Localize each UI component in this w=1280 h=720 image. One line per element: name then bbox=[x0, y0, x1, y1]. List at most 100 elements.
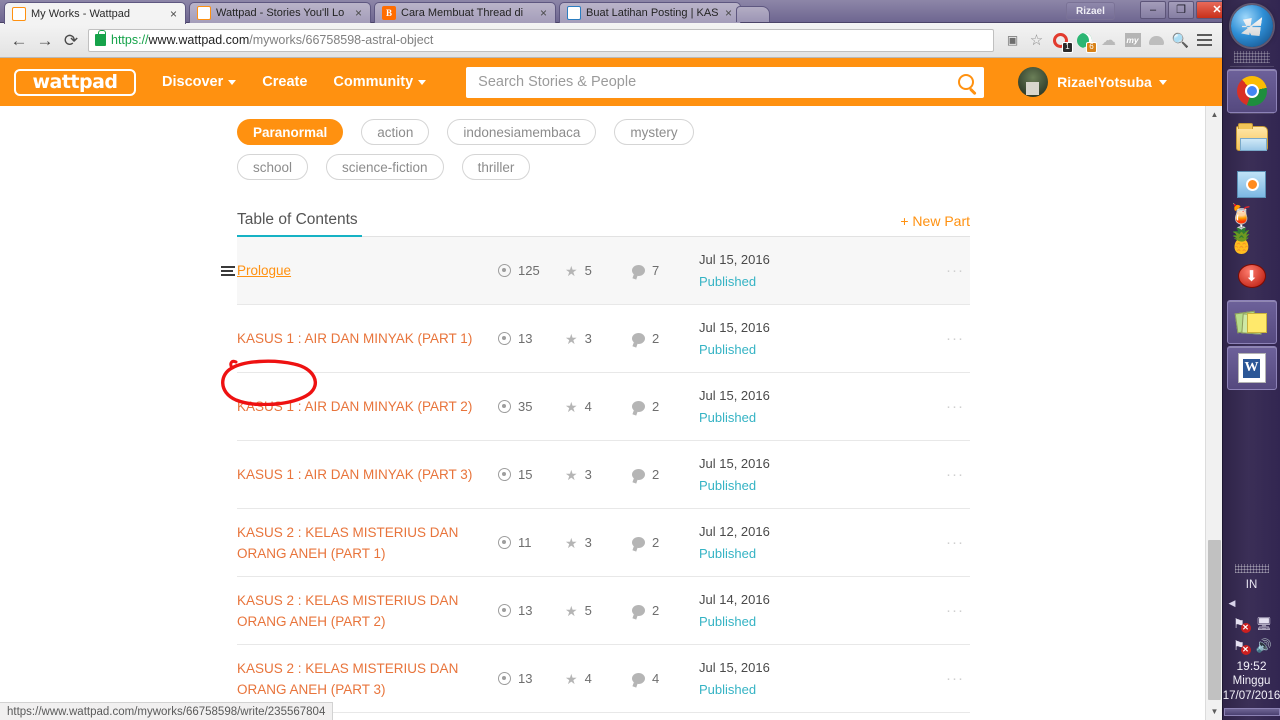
table-row[interactable]: Prologue 125 ★ 5 7 Jul 15, 2016 Publishe… bbox=[221, 237, 970, 305]
search-input[interactable] bbox=[478, 74, 959, 90]
published-date: Jul 12, 2016 bbox=[699, 523, 770, 539]
row-more-button[interactable]: ··· bbox=[849, 534, 970, 551]
part-title[interactable]: KASUS 2 : KELAS MISTERIUS DAN ORANG ANEH… bbox=[237, 658, 498, 700]
tag-indonesiamembaca[interactable]: indonesiamembaca bbox=[447, 119, 597, 145]
username-label: RizaelYotsuba bbox=[1057, 74, 1167, 90]
forward-icon[interactable]: → bbox=[32, 27, 58, 53]
votes-count: 4 bbox=[584, 671, 592, 686]
browser-tab-0[interactable]: W My Works - Wattpad × bbox=[4, 2, 186, 24]
new-part-button[interactable]: + New Part bbox=[900, 213, 970, 229]
table-row[interactable]: KASUS 1 : AIR DAN MINYAK (PART 3) 15 ★ 3… bbox=[237, 441, 970, 509]
part-title[interactable]: KASUS 2 : KELAS MISTERIUS DAN ORANG ANEH… bbox=[237, 522, 498, 564]
row-more-button[interactable]: ··· bbox=[849, 398, 970, 415]
tag-mystery[interactable]: mystery bbox=[614, 119, 694, 145]
taskbar-item-downloader[interactable]: ⬇ bbox=[1227, 254, 1277, 298]
taskbar-item-file-explorer[interactable] bbox=[1227, 116, 1277, 160]
comments-stat: 2 bbox=[632, 467, 699, 482]
scrollbar-thumb[interactable] bbox=[1208, 540, 1221, 700]
tab-close-icon[interactable]: × bbox=[722, 6, 735, 20]
taskbar-item-drink-pineapple[interactable]: 🍹🍍 bbox=[1227, 206, 1277, 254]
browser-tab-2[interactable]: B Cara Membuat Thread di × bbox=[374, 2, 556, 23]
back-icon[interactable]: ← bbox=[6, 27, 32, 53]
avatar[interactable] bbox=[1018, 67, 1049, 97]
comment-bubble-icon bbox=[632, 469, 645, 480]
nav-item-discover[interactable]: Discover bbox=[162, 74, 237, 90]
wattpad-logo[interactable]: wattpad bbox=[14, 68, 136, 96]
monitor-icon[interactable]: 🖥 bbox=[1256, 615, 1273, 631]
tag-paranormal[interactable]: Paranormal bbox=[237, 119, 344, 145]
extension-red-ring-icon[interactable]: 1 bbox=[1049, 29, 1073, 53]
browser-tab-3[interactable]: K Buat Latihan Posting | KAS × bbox=[559, 2, 741, 23]
extension-mushroom-icon[interactable] bbox=[1145, 29, 1168, 52]
chrome-menu-icon[interactable] bbox=[1193, 29, 1216, 52]
table-row[interactable]: KASUS 1 : AIR DAN MINYAK (PART 1) 13 ★ 3… bbox=[237, 305, 970, 373]
start-button[interactable] bbox=[1230, 5, 1273, 47]
minimize-button[interactable]: – bbox=[1140, 1, 1166, 19]
page-scrollbar[interactable]: ▲ ▼ bbox=[1205, 106, 1222, 720]
tab-close-icon[interactable]: × bbox=[537, 6, 550, 20]
tab-close-icon[interactable]: × bbox=[167, 7, 180, 21]
comments-stat: 4 bbox=[632, 671, 699, 686]
row-more-button[interactable]: ··· bbox=[849, 670, 970, 687]
show-hidden-icons-icon[interactable]: ◀ bbox=[1229, 598, 1236, 609]
nav-item-create[interactable]: Create bbox=[262, 74, 307, 90]
show-desktop-button[interactable] bbox=[1223, 708, 1280, 716]
window-user-button[interactable]: Rizael bbox=[1066, 2, 1115, 20]
close-window-button[interactable]: ✕ bbox=[1196, 1, 1222, 19]
part-title-link[interactable]: Prologue bbox=[237, 260, 498, 281]
date-cell: Jul 15, 2016 Published bbox=[699, 453, 849, 497]
address-bar[interactable]: https:// www.wattpad.com /myworks/667585… bbox=[88, 28, 994, 52]
language-indicator[interactable]: IN bbox=[1246, 579, 1258, 591]
wattpad-favicon: W bbox=[12, 6, 26, 21]
nav-item-community[interactable]: Community bbox=[333, 74, 427, 90]
part-title[interactable]: KASUS 1 : AIR DAN MINYAK (PART 2) bbox=[237, 396, 498, 417]
tag-thriller[interactable]: thriller bbox=[461, 154, 531, 180]
volume-icon[interactable]: 🔊 bbox=[1256, 637, 1273, 653]
nav-label: Discover bbox=[162, 74, 224, 90]
part-title[interactable]: KASUS 1 : AIR DAN MINYAK (PART 3) bbox=[237, 464, 498, 485]
scroll-down-icon[interactable]: ▼ bbox=[1206, 703, 1222, 720]
taskbar-item-word[interactable] bbox=[1226, 346, 1277, 390]
table-row[interactable]: KASUS 2 : KELAS MISTERIUS DAN ORANG ANEH… bbox=[237, 509, 970, 577]
new-tab-button[interactable] bbox=[736, 6, 770, 22]
votes-stat: ★ 3 bbox=[565, 331, 632, 346]
extension-green-spiral-icon[interactable]: 6 bbox=[1073, 29, 1097, 53]
tag-science-fiction[interactable]: science-fiction bbox=[326, 154, 444, 180]
bookmark-star-icon[interactable]: ☆ bbox=[1025, 29, 1048, 52]
tab-close-icon[interactable]: × bbox=[352, 6, 365, 20]
scroll-up-icon[interactable]: ▲ bbox=[1206, 106, 1222, 123]
table-row[interactable]: KASUS 2 : KELAS MISTERIUS DAN ORANG ANEH… bbox=[237, 645, 970, 713]
taskbar-grip[interactable] bbox=[1233, 51, 1270, 63]
extension-cloud-icon[interactable]: ☁ bbox=[1097, 29, 1120, 52]
row-more-button[interactable]: ··· bbox=[849, 602, 970, 619]
browser-tab-1[interactable]: W Wattpad - Stories You'll Lo × bbox=[189, 2, 371, 23]
part-title[interactable]: KASUS 1 : AIR DAN MINYAK (PART 1) bbox=[237, 328, 498, 349]
translate-icon[interactable]: ▣ bbox=[1001, 29, 1024, 52]
status-bar-link: https://www.wattpad.com/myworks/66758598… bbox=[0, 702, 334, 720]
drag-handle-icon[interactable] bbox=[221, 265, 235, 276]
comments-count: 2 bbox=[652, 399, 660, 414]
divider bbox=[1229, 113, 1274, 114]
row-more-button[interactable]: ··· bbox=[849, 466, 970, 483]
maximize-button[interactable]: ❐ bbox=[1168, 1, 1194, 19]
part-title[interactable]: KASUS 2 : KELAS MISTERIUS DAN ORANG ANEH… bbox=[237, 590, 498, 632]
clock[interactable]: 19:52 Minggu 17/07/2016 bbox=[1223, 659, 1280, 704]
extension-my-icon[interactable]: my bbox=[1121, 29, 1144, 52]
search-box[interactable] bbox=[466, 66, 985, 98]
taskbar-item-media-player[interactable] bbox=[1227, 162, 1277, 206]
user-menu[interactable]: RizaelYotsuba bbox=[1018, 67, 1167, 97]
taskbar-item-chrome[interactable] bbox=[1226, 69, 1277, 113]
tag-school[interactable]: school bbox=[237, 154, 309, 180]
taskbar-item-sticky-notes[interactable] bbox=[1226, 300, 1277, 344]
row-more-button[interactable]: ··· bbox=[849, 262, 970, 279]
table-row[interactable]: KASUS 2 : KELAS MISTERIUS DAN ORANG ANEH… bbox=[237, 577, 970, 645]
row-more-button[interactable]: ··· bbox=[849, 330, 970, 347]
table-row[interactable]: KASUS 1 : AIR DAN MINYAK (PART 2) 35 ★ 4… bbox=[237, 373, 970, 441]
extension-search-icon[interactable]: 🔍 bbox=[1169, 29, 1192, 52]
tray-grip[interactable] bbox=[1234, 564, 1269, 573]
network-error-icon[interactable]: ⚑ ✕ bbox=[1231, 615, 1251, 633]
action-center-error-icon[interactable]: ⚑ ✕ bbox=[1231, 637, 1251, 655]
tag-action[interactable]: action bbox=[361, 119, 430, 145]
search-icon[interactable] bbox=[958, 74, 975, 90]
reload-icon[interactable]: ⟳ bbox=[58, 27, 84, 53]
